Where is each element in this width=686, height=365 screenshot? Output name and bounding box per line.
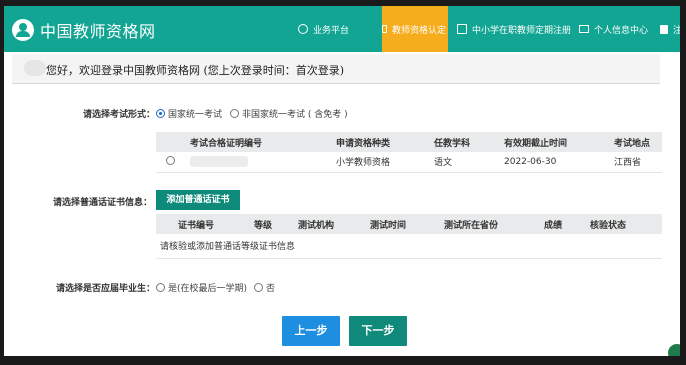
user-logo-icon — [12, 19, 34, 41]
welcome-message: 您好，欢迎登录中国教师资格网 (您上次登录时间：首次登录) — [46, 64, 345, 77]
radio-graduate-yes[interactable] — [156, 283, 165, 292]
col-cert-no: 证书编号 — [156, 214, 250, 234]
col-status: 核验状态 — [586, 214, 662, 234]
nav-item-business-platform[interactable]: 业务平台 — [298, 6, 349, 52]
nav-item-logout[interactable]: 注 — [660, 6, 680, 52]
col-test-time: 测试时间 — [366, 214, 440, 234]
exit-icon — [660, 24, 668, 34]
graduate-option-yes[interactable]: 是(在校最后一学期) — [156, 281, 247, 294]
site-logo[interactable]: 中国教师资格网 — [12, 18, 156, 42]
nav-label: 个人信息中心 — [594, 25, 649, 36]
cell-expiry: 2022-06-30 — [500, 152, 610, 173]
edit-icon — [457, 24, 467, 34]
col-subject: 任教学科 — [430, 132, 500, 152]
graduate-label: 请选择是否应届毕业生： — [56, 284, 156, 294]
cell-type: 小学教师资格 — [332, 152, 430, 173]
monitor-icon — [382, 25, 387, 33]
radio-non-national-exam[interactable] — [230, 109, 239, 118]
empty-message: 请核验或添加普通话等级证书信息 — [156, 234, 662, 259]
nav-item-teacher-cert[interactable]: 教师资格认定 — [382, 6, 448, 52]
option-label: 否 — [266, 284, 276, 294]
previous-step-button[interactable]: 上一步 — [282, 316, 340, 346]
putonghua-table: 证书编号 等级 测试机构 测试时间 测试所在省份 成绩 核验状态 请核验或添加普… — [156, 214, 662, 259]
col-score: 成绩 — [540, 214, 586, 234]
nav-item-registration[interactable]: 中小学在职教师定期注册 — [457, 6, 571, 52]
cell-subject: 语文 — [430, 152, 500, 173]
top-navigation-bar: 中国教师资格网 业务平台 教师资格认定 中小学在职教师定期注册 个人信息中心 注 — [4, 6, 680, 52]
row-select[interactable] — [156, 152, 186, 173]
table-row[interactable]: 小学教师资格 语文 2022-06-30 江西省 — [156, 152, 662, 173]
nav-item-personal-center[interactable]: 个人信息中心 — [579, 6, 648, 52]
exam-option-national[interactable]: 国家统一考试 — [156, 107, 222, 120]
page-frame: 中国教师资格网 业务平台 教师资格认定 中小学在职教师定期注册 个人信息中心 注… — [4, 6, 680, 356]
col-type: 申请资格种类 — [332, 132, 430, 152]
redacted-id — [190, 156, 248, 168]
putonghua-label: 请选择普通话证书信息： — [53, 198, 153, 208]
col-cert-id: 考试合格证明编号 — [186, 132, 332, 152]
welcome-bar: 您好，欢迎登录中国教师资格网 (您上次登录时间：首次登录) — [12, 54, 660, 84]
col-location: 考试地点 — [610, 132, 662, 152]
platform-icon — [298, 24, 308, 34]
radio-select-cert[interactable] — [166, 156, 175, 166]
radio-graduate-no[interactable] — [254, 283, 263, 292]
col-select — [156, 132, 186, 152]
option-label: 国家统一考试 — [168, 110, 223, 120]
nav-label: 教师资格认定 — [391, 25, 446, 36]
monitor-icon — [579, 25, 589, 33]
cert-table: 考试合格证明编号 申请资格种类 任教学科 有效期截止时间 考试地点 小学教师资格… — [156, 132, 662, 173]
nav-label: 注 — [673, 25, 680, 36]
radio-national-exam[interactable] — [156, 109, 165, 118]
option-label: 是(在校最后一学期) — [168, 284, 248, 294]
site-title: 中国教师资格网 — [40, 22, 156, 41]
nav-label: 中小学在职教师定期注册 — [472, 25, 572, 36]
option-label: 非国家统一考试 ( 含免考 ) — [242, 110, 348, 120]
cell-location: 江西省 — [610, 152, 662, 173]
next-step-button[interactable]: 下一步 — [349, 316, 407, 346]
col-expiry: 有效期截止时间 — [500, 132, 610, 152]
graduate-option-no[interactable]: 否 — [254, 281, 275, 294]
cell-cert-id — [186, 152, 332, 173]
exam-option-non-national[interactable]: 非国家统一考试 ( 含免考 ) — [230, 107, 348, 120]
nav-label: 业务平台 — [313, 25, 350, 36]
floating-help-icon[interactable] — [668, 344, 680, 356]
avatar — [24, 60, 46, 76]
exam-form-label: 请选择考试形式： — [83, 110, 156, 120]
table-row: 请核验或添加普通话等级证书信息 — [156, 234, 662, 259]
add-putonghua-cert-button[interactable]: 添加普通话证书 — [156, 190, 240, 210]
col-institution: 测试机构 — [294, 214, 366, 234]
col-level: 等级 — [250, 214, 294, 234]
col-province: 测试所在省份 — [440, 214, 540, 234]
